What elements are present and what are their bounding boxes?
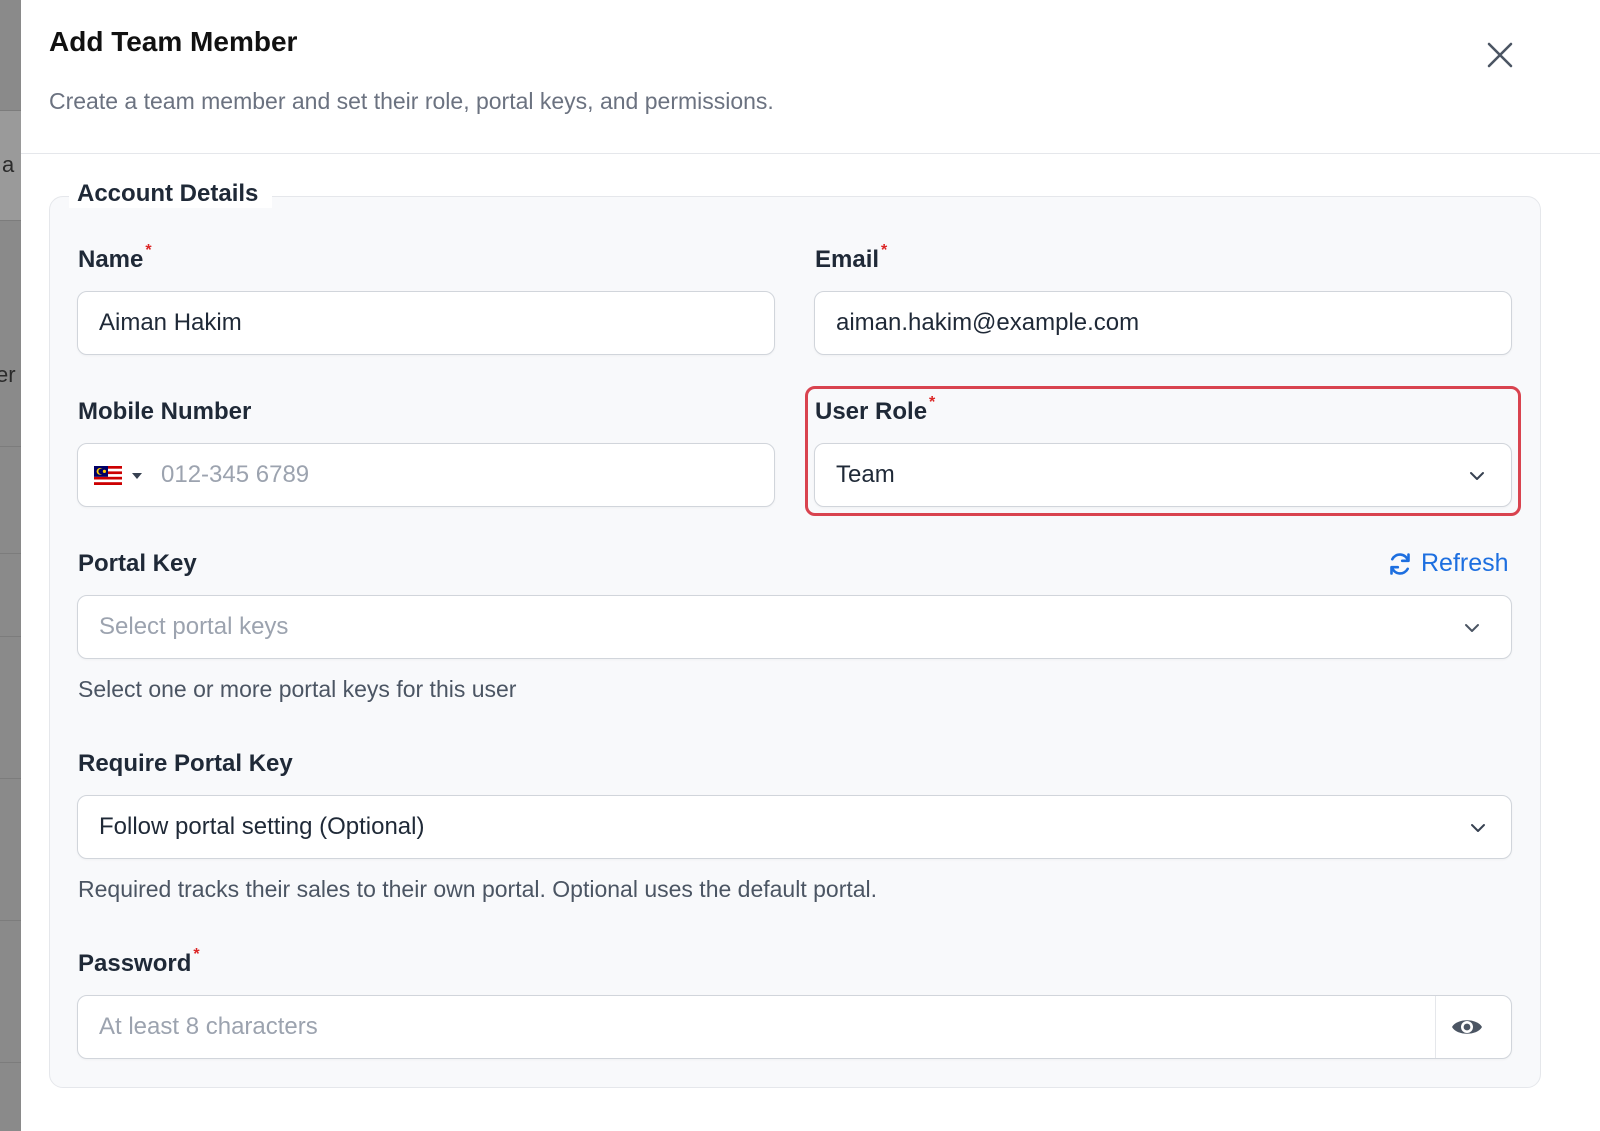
background-divider — [0, 636, 21, 637]
password-placeholder: At least 8 characters — [99, 1013, 318, 1040]
background-divider — [0, 920, 21, 921]
email-field[interactable]: aiman.hakim@example.com — [814, 291, 1512, 355]
user-role-label: User Role * — [815, 394, 936, 425]
required-marker: * — [145, 242, 152, 259]
add-team-member-dialog: Add Team Member Create a team member and… — [21, 0, 1600, 1131]
background-divider — [0, 778, 21, 779]
background-divider — [0, 220, 21, 221]
required-marker: * — [881, 242, 888, 259]
password-field[interactable]: At least 8 characters — [77, 995, 1512, 1059]
refresh-label: Refresh — [1421, 549, 1509, 577]
background-divider — [0, 553, 21, 554]
required-marker: * — [193, 946, 200, 963]
email-field-value: aiman.hakim@example.com — [836, 309, 1140, 336]
mobile-number-placeholder: 012-345 6789 — [161, 461, 310, 488]
account-details-legend: Account Details — [69, 180, 273, 208]
background-text-a: a — [2, 152, 15, 177]
required-marker: * — [929, 394, 936, 411]
show-password-button[interactable] — [1450, 1011, 1484, 1043]
mobile-number-field[interactable]: 012-345 6789 — [77, 443, 775, 507]
portal-key-label: Portal Key — [78, 550, 197, 577]
dialog-header: Add Team Member Create a team member and… — [21, 0, 1600, 154]
country-dropdown-caret-icon[interactable] — [132, 473, 142, 479]
require-portal-key-label: Require Portal Key — [78, 750, 293, 777]
user-role-selected-value: Team — [836, 461, 895, 488]
portal-key-help-text: Select one or more portal keys for this … — [78, 676, 517, 702]
portal-key-placeholder: Select portal keys — [99, 613, 289, 640]
chevron-down-icon — [1467, 466, 1487, 486]
background-divider — [0, 446, 21, 447]
chevron-down-icon — [1468, 818, 1488, 838]
chevron-down-icon — [1462, 618, 1482, 638]
mobile-number-label: Mobile Number — [78, 398, 252, 425]
require-portal-key-help-text: Required tracks their sales to their own… — [78, 876, 878, 902]
malaysia-flag-icon[interactable] — [94, 466, 122, 485]
dialog-title: Add Team Member — [49, 26, 298, 57]
require-portal-key-select[interactable]: Follow portal setting (Optional) — [77, 795, 1512, 859]
close-button[interactable] — [1483, 38, 1517, 72]
refresh-icon — [1390, 552, 1410, 575]
name-field-value: Aiman Hakim — [99, 309, 242, 336]
dialog-subtitle: Create a team member and set their role,… — [49, 88, 774, 114]
background-app: a er — [0, 0, 21, 1131]
require-portal-key-selected-value: Follow portal setting (Optional) — [99, 813, 425, 840]
password-toggle-divider — [1435, 996, 1436, 1058]
name-field[interactable]: Aiman Hakim — [77, 291, 775, 355]
user-role-select[interactable]: Team — [814, 443, 1512, 507]
password-label: Password * — [78, 946, 200, 977]
close-icon — [1487, 42, 1513, 68]
refresh-button[interactable]: Refresh — [1387, 549, 1509, 578]
name-label: Name * — [78, 242, 152, 273]
background-text-er: er — [0, 362, 16, 387]
background-divider — [0, 1062, 21, 1063]
email-label: Email * — [815, 242, 888, 273]
eye-icon — [1452, 1020, 1482, 1034]
portal-key-select[interactable]: Select portal keys — [77, 595, 1512, 659]
